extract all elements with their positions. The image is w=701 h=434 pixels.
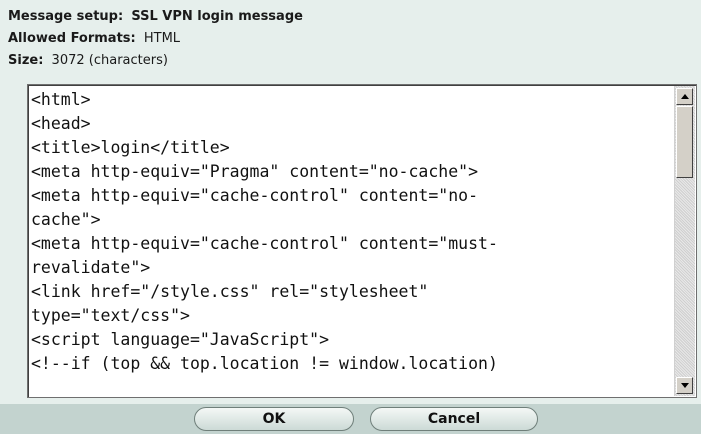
scroll-down-button[interactable] (676, 377, 693, 394)
message-setup-label: Message setup: (8, 9, 124, 24)
scrollbar-thumb[interactable] (676, 106, 693, 178)
editor-line: <meta http-equiv="cache-control" content… (31, 186, 479, 205)
editor-line: type="text/css"> (31, 306, 190, 325)
button-bar: OK Cancel (0, 404, 701, 434)
message-content[interactable]: <html> <head> <title>login</title> <meta ht… (31, 88, 672, 397)
message-info-header: Message setup: SSL VPN login message All… (8, 6, 303, 72)
editor-line: <script language="JavaScript"> (31, 330, 330, 349)
cancel-button[interactable]: Cancel (370, 407, 538, 431)
editor-line: <head> (31, 114, 91, 133)
editor-line: <meta http-equiv="cache-control" content… (31, 234, 498, 253)
editor-line: <title>login</title> (31, 138, 230, 157)
editor-line: <html> (31, 90, 91, 109)
allowed-formats-row: Allowed Formats: HTML (8, 28, 303, 50)
vertical-scrollbar[interactable] (674, 86, 695, 396)
arrow-down-icon (680, 383, 689, 388)
editor-line: <link href="/style.css" rel="stylesheet" (31, 282, 429, 301)
size-label: Size: (8, 53, 44, 68)
arrow-up-icon (680, 94, 689, 99)
size-value: 3072 (characters) (51, 53, 168, 68)
allowed-formats-value: HTML (143, 31, 181, 46)
editor-line: revalidate"> (31, 258, 151, 277)
scroll-up-button[interactable] (676, 88, 693, 105)
editor-line: cache"> (31, 210, 101, 229)
message-textarea[interactable]: <html> <head> <title>login</title> <meta ht… (27, 84, 697, 398)
size-row: Size: 3072 (characters) (8, 50, 303, 72)
message-setup-value: SSL VPN login message (131, 9, 303, 24)
editor-line: <meta http-equiv="Pragma" content="no-ca… (31, 162, 479, 181)
ok-button[interactable]: OK (194, 407, 354, 431)
message-setup-row: Message setup: SSL VPN login message (8, 6, 303, 28)
editor-line: <!--if (top && top.location != window.lo… (31, 354, 498, 373)
allowed-formats-label: Allowed Formats: (8, 31, 136, 46)
